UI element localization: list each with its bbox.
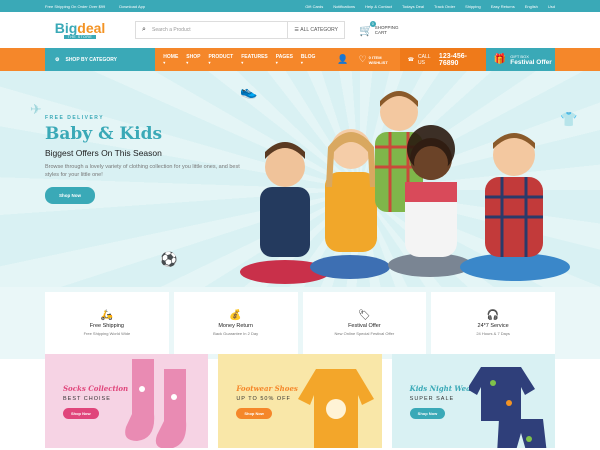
logo-text-deal: deal: [77, 20, 106, 36]
delivery-scooter-icon: 🛵: [100, 310, 114, 321]
shipping-link[interactable]: Shipping: [465, 4, 481, 9]
gift-box-offer[interactable]: 🎁 GIFT BOX Festival Offer: [485, 48, 555, 71]
sale-tag-icon: 🏷: [358, 310, 371, 321]
socks-banner[interactable]: Socks Collection BEST CHOISE Shop Now: [45, 354, 209, 448]
pajamas-image: [468, 367, 547, 448]
user-icon[interactable]: 👤: [337, 54, 348, 65]
money-bag-icon: 💰: [229, 310, 242, 321]
hero-banner: ✈ 👟 👕 ⚽ FREE DELIVERY Baby & Kids Bigges…: [0, 71, 600, 287]
feature-card: 🏷 Festival Offer New Online Special Fest…: [302, 292, 427, 354]
hero-description: Browse through a lovely variety of cloth…: [45, 164, 240, 178]
cart-icon: 🛒 0: [359, 20, 376, 37]
socks-image: [125, 359, 187, 448]
gift-icon: 🎁: [493, 54, 507, 65]
features-strip: 🛵 Free Shipping Free Shipping World Wide…: [0, 287, 600, 359]
feature-subtitle: Free Shipping World Wide: [83, 331, 131, 336]
nav-features[interactable]: FEATURES: [241, 54, 268, 66]
nav-product[interactable]: PRODUCT: [208, 54, 233, 66]
paper-plane-icon: ✈: [30, 101, 42, 117]
wishlist-button[interactable]: ♡ 0 ITEM WISHLIST: [359, 54, 388, 65]
promo-banners: Socks Collection BEST CHOISE Shop Now Fo…: [0, 354, 600, 448]
feature-title: 24*7 Service: [477, 323, 509, 329]
help-contact-link[interactable]: Help & Contact: [365, 4, 392, 9]
ball-doodle-icon: ⚽: [160, 251, 178, 267]
hero-subtitle: Biggest Offers On This Season: [45, 148, 162, 158]
feature-subtitle: New Online Special Festival Offer: [334, 331, 395, 336]
cart-button[interactable]: 🛒 0 SHOPPING CART: [359, 20, 398, 37]
feature-card: 💰 Money Return Back Guarantee In 2 Day: [173, 292, 298, 354]
shipping-note: Free Shipping On Order Over $99: [45, 3, 106, 9]
search-icon[interactable]: ⌕: [136, 26, 152, 34]
gift-box-title: Festival Offer: [510, 58, 552, 66]
feature-card: 🛵 Free Shipping Free Shipping World Wide: [45, 292, 169, 354]
nav-home[interactable]: HOME: [163, 54, 178, 66]
feature-card: 🎧 24*7 Service 24 Hours & 7 Days: [431, 292, 555, 354]
feature-title: Free Shipping: [89, 323, 124, 329]
support-agent-icon: 🎧: [486, 310, 500, 321]
logo-subtitle: THE STORE: [63, 35, 97, 39]
nightwear-banner[interactable]: Kids Night Wear SUPER SALE Shop Now: [391, 354, 555, 448]
feature-title: Festival Offer: [348, 323, 381, 329]
shop-by-category-button[interactable]: ⚙ SHOP BY CATEGORY: [45, 48, 156, 71]
wishlist-label: WISHLIST: [368, 59, 388, 65]
nav-pages[interactable]: PAGES: [276, 54, 293, 66]
banner-shop-now-button[interactable]: Shop Now: [63, 408, 99, 419]
main-nav: ⚙ SHOP BY CATEGORY HOME SHOP PRODUCT FEA…: [0, 48, 600, 71]
footwear-banner[interactable]: Footwear Shoes UP TO 50% OFF Shop Now: [218, 354, 382, 448]
nav-blog[interactable]: BLOG: [301, 54, 315, 66]
banner-shop-now-button[interactable]: Shop Now: [236, 408, 272, 419]
category-select-label: ALL CATEGORY: [300, 27, 338, 33]
call-number: 123-456-76890: [438, 52, 467, 67]
sweatshirt-image: [297, 369, 374, 448]
heart-icon: ♡: [358, 54, 367, 64]
category-select[interactable]: ☰ ALL CATEGORY: [287, 22, 344, 38]
feature-subtitle: Back Guarantee In 2 Day: [213, 331, 259, 336]
logo[interactable]: Bigdeal THE STORE: [45, 21, 115, 39]
search-input[interactable]: Search a Product: [152, 27, 287, 33]
nav-shop[interactable]: SHOP: [186, 54, 200, 66]
phone-icon: ☎: [407, 56, 414, 63]
call-us[interactable]: ☎ CALL US 123-456-76890: [399, 48, 486, 71]
hero-kicker: FREE DELIVERY: [45, 115, 105, 121]
feature-title: Money Return: [218, 323, 253, 329]
todays-deal-link[interactable]: Todays Deal: [402, 4, 424, 9]
hero-title: Baby & Kids: [45, 124, 163, 144]
cart-count-badge: 0: [369, 20, 376, 27]
cart-label-bottom: CART: [374, 30, 387, 35]
kids-group-image: [240, 91, 570, 284]
gear-icon: ⚙: [55, 56, 60, 63]
header: Bigdeal THE STORE ⌕ Search a Product ☰ A…: [0, 12, 600, 48]
language-select[interactable]: English: [525, 4, 538, 9]
shop-by-category-label: SHOP BY CATEGORY: [65, 56, 117, 63]
gift-cards-link[interactable]: Gift Cards: [305, 4, 323, 9]
top-bar: Free Shipping On Order Over $99 Download…: [0, 0, 600, 12]
call-us-label: CALL US: [418, 53, 431, 66]
kid-5: [460, 133, 570, 281]
banner-shop-now-button[interactable]: Shop Now: [409, 408, 446, 419]
search-bar: ⌕ Search a Product ☰ ALL CATEGORY: [135, 21, 345, 39]
logo-text-big: Big: [54, 20, 78, 36]
download-app-link[interactable]: Download App: [119, 4, 145, 9]
currency-select[interactable]: Usd: [548, 4, 555, 9]
feature-subtitle: 24 Hours & 7 Days: [476, 331, 510, 336]
hero-shop-now-button[interactable]: Shop Now: [45, 187, 95, 204]
notifications-link[interactable]: Notifications: [333, 4, 355, 9]
track-order-link[interactable]: Track Order: [434, 4, 455, 9]
easy-returns-link[interactable]: Easy Returns: [491, 4, 515, 9]
